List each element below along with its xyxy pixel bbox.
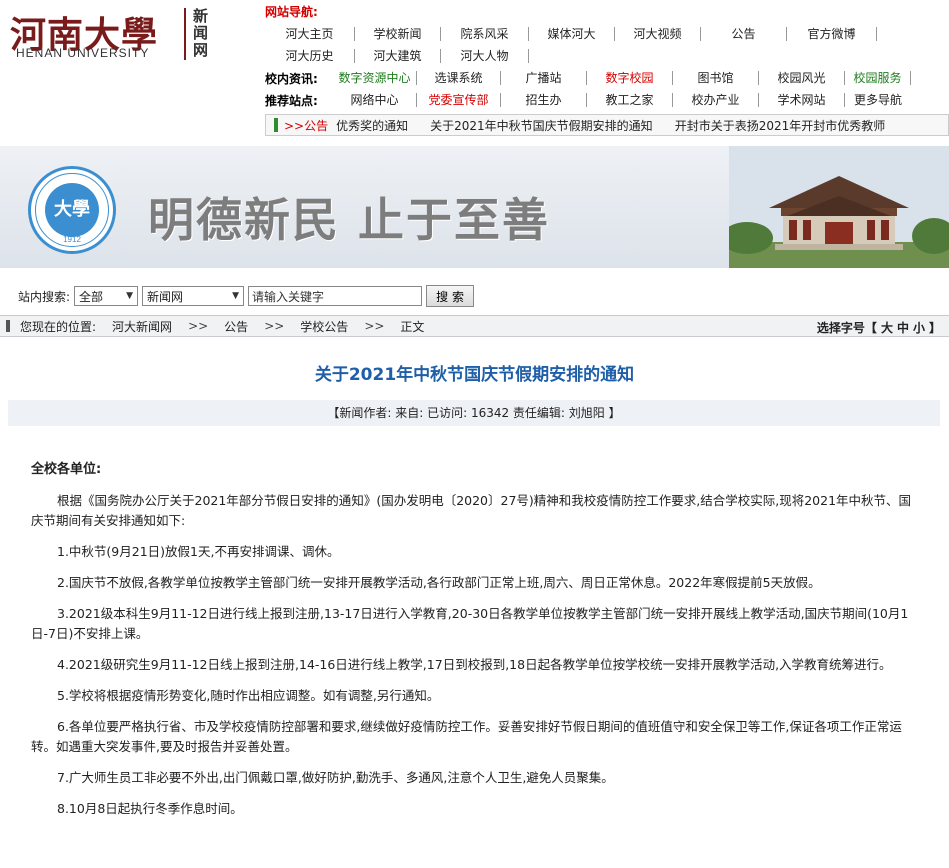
article-paragraph: 1.中秋节(9月21日)放假1天,不再安排调课、调休。 [57,544,340,559]
ticker-item[interactable]: 关于2021年中秋节国庆节假期安排的通知 [430,117,653,134]
nav-item-campus-scenery[interactable]: 校园风光 [759,71,845,85]
article-paragraph: 8.10月8日起执行冬季作息时间。 [57,801,243,816]
nav-item-network-center[interactable]: 网络中心 [333,93,417,107]
nav-item-staff-home[interactable]: 教工之家 [587,93,673,107]
breadcrumb-separator: >> [264,319,285,333]
nav-item-weibo[interactable]: 官方微博 [787,27,877,41]
nav-item-more[interactable]: 更多导航 [845,93,911,107]
announcement-ticker: >>公告 优秀奖的通知 关于2021年中秋节国庆节假期安排的通知 开封市关于表扬… [265,114,949,136]
nav-item-people[interactable]: 河大人物 [441,49,529,63]
article-title: 关于2021年中秋节国庆节假期安排的通知 [314,365,635,385]
nav-item-admissions[interactable]: 招生办 [501,93,587,107]
article-paragraph: 6.各单位要严格执行省、市及学校疫情防控部署和要求,继续做好疫情防控工作。妥善安… [31,719,902,754]
banner: 大學 1912 明德新民 止于至善 [0,146,949,268]
article-paragraph: 7.广大师生员工非必要不外出,出门佩戴口罩,做好防护,勤洗手、多通风,注意个人卫… [57,770,614,785]
nav-item-industry[interactable]: 校办产业 [673,93,759,107]
recommend-label: 推荐站点: [265,93,318,108]
font-size-label: 选择字号【 [816,321,877,335]
nav-item-digital-campus[interactable]: 数字校园 [587,71,673,85]
font-size-large[interactable]: 大 [881,321,893,335]
nav-item-architecture[interactable]: 河大建筑 [355,49,441,63]
search-label: 站内搜索: [18,289,71,304]
breadcrumb-link-notice[interactable]: 公告 [224,318,248,335]
breadcrumb-link-news[interactable]: 河大新闻网 [112,318,172,335]
nav-item-propaganda[interactable]: 党委宣传部 [417,93,501,107]
site-header: 河南大學 HENAN UNIVERSITY 新闻网 网站导航: 河大主页 学校新… [0,0,949,140]
article-body: 全校各单位: 根据《国务院办公厅关于2021年部分节假日安排的通知》(国办发明电… [31,460,921,830]
building-illustration [729,146,949,268]
search-button[interactable]: 搜 索 [426,285,475,307]
article-paragraph: 根据《国务院办公厅关于2021年部分节假日安排的通知》(国办发明电〔2020〕2… [31,493,912,528]
logo-divider [184,8,186,60]
article-meta: 【新闻作者: 来自: 已访问: 16342 责任编辑: 刘旭阳 】 [8,400,940,426]
article: 关于2021年中秋节国庆节假期安排的通知 【新闻作者: 来自: 已访问: 163… [0,338,949,868]
nav-row-2: 河大历史 河大建筑 河大人物 [265,46,529,66]
banner-slogan: 明德新民 止于至善 [148,193,551,247]
nav-title: 网站导航: [265,5,318,19]
seal-year: 1912 [63,235,81,244]
breadcrumb-link-school-notice[interactable]: 学校公告 [300,318,348,335]
nav-item-campus-service[interactable]: 校园服务 [845,71,911,85]
search-category-select[interactable]: 新闻网 ▼ [142,286,245,306]
article-paragraph: 2.国庆节不放假,各教学单位按教学主管部门统一安排开展教学活动,各行政部门正常上… [57,575,821,590]
font-size-medium[interactable]: 中 [897,321,909,335]
article-paragraph: 5.学校将根据疫情形势变化,随时作出相应调整。如有调整,另行通知。 [57,688,440,703]
nav-item-video[interactable]: 河大视频 [615,27,701,41]
logo-english: HENAN UNIVERSITY [16,46,150,60]
nav-item-history[interactable]: 河大历史 [265,49,355,63]
site-search-bar: 站内搜索: 全部 ▼ 新闻网 ▼ 搜 索 [0,282,949,310]
ticker-bar-icon [274,118,278,132]
breadcrumb-prefix: 您现在的位置: [20,319,97,334]
breadcrumb-separator: >> [188,319,209,333]
article-greeting: 全校各单位: [31,462,102,477]
article-paragraph: 4.2021级研究生9月11-12日线上报到注册,14-16日进行线上教学,17… [57,657,892,672]
ticker-item[interactable]: 开封市关于表扬2021年开封市优秀教师 [675,117,886,134]
breadcrumb-separator: >> [364,319,385,333]
ticker-item[interactable]: 优秀奖的通知 [336,117,408,134]
nav-row-recommend: 推荐站点: 网络中心 党委宣传部 招生办 教工之家 校办产业 学术网站 更多导航 [265,90,911,110]
ticker-label: >>公告 [284,118,329,133]
search-category-value: 新闻网 [147,289,184,304]
article-paragraph: 3.2021级本科生9月11-12日进行线上报到注册,13-17日进行入学教育,… [31,606,909,641]
nav-item-library[interactable]: 图书馆 [673,71,759,85]
search-input[interactable] [248,286,423,306]
nav-item-course-select[interactable]: 选课系统 [417,71,501,85]
chevron-down-icon: ▼ [126,291,134,301]
university-seal: 大學 1912 [28,166,116,254]
nav-item-notice[interactable]: 公告 [701,27,787,41]
nav-row-1: 河大主页 学校新闻 院系风采 媒体河大 河大视频 公告 官方微博 [265,24,877,44]
nav-item-academic[interactable]: 学术网站 [759,93,845,107]
nav-item-news[interactable]: 学校新闻 [355,27,441,41]
breadcrumb-marker-icon [6,320,10,332]
font-size-close: 】 [928,321,941,335]
search-scope-select[interactable]: 全部 ▼ [74,286,139,306]
chevron-down-icon: ▼ [232,291,240,301]
nav-item-radio[interactable]: 广播站 [501,71,587,85]
nav-item-media[interactable]: 媒体河大 [529,27,615,41]
font-size-small[interactable]: 小 [913,321,925,335]
seal-glyph: 大學 [54,199,90,220]
nav-item-home[interactable]: 河大主页 [265,27,355,41]
breadcrumb-current: 正文 [400,319,425,334]
nav-row-resources: 校内资讯: 数字资源中心 选课系统 广播站 数字校园 图书馆 校园风光 校园服务 [265,68,911,88]
font-size-selector: 选择字号【大中小】 [813,319,941,336]
search-scope-value: 全部 [79,289,104,304]
nav-item-digital-resources[interactable]: 数字资源中心 [333,71,417,85]
breadcrumb: 您现在的位置: 河大新闻网 >> 公告 >> 学校公告 >> 正文 选择字号【大… [0,315,949,337]
resources-label: 校内资讯: [265,71,318,86]
nav-item-departments[interactable]: 院系风采 [441,27,529,41]
logo-news-label: 新闻网 [193,7,209,59]
